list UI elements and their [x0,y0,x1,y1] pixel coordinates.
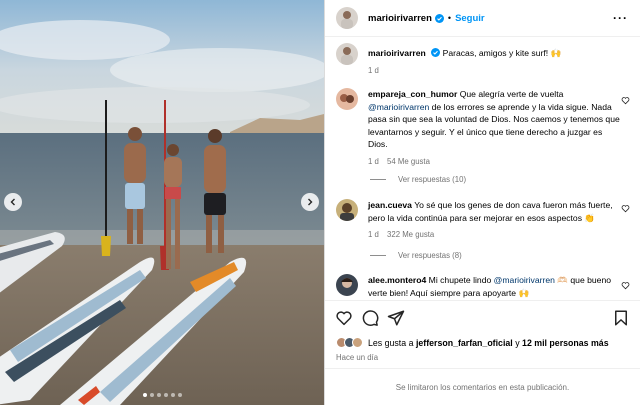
comment-time: 1 d [368,230,379,240]
liker-avatars [336,337,363,348]
commenter-avatar[interactable] [336,199,358,221]
view-replies[interactable]: Ver respuestas (10) [370,175,466,184]
comment-likes[interactable]: 322 Me gusta [387,230,434,239]
carousel-dot [156,393,161,397]
heart-icon[interactable] [621,204,630,213]
action-icons [335,309,630,327]
heart-icon[interactable] [621,96,630,105]
comment-username[interactable]: alee.montero4 [368,275,426,285]
view-replies[interactable]: Ver respuestas (8) [370,251,462,260]
comment-mention[interactable]: @marioirivarren [368,102,429,112]
carousel-dot [170,393,175,397]
comment-item: jean.cueva Yo sé que los genes de don ca… [336,199,630,242]
author-avatar[interactable] [336,43,358,65]
comment-text-block: empareja_con_humor Que alegría verte de … [368,88,620,169]
commenter-avatar[interactable] [336,274,358,296]
comment-meta: 1 d 322 Me gusta [368,229,620,242]
replies-divider [370,179,386,180]
heart-icon[interactable] [335,309,353,327]
carousel-dot [149,393,154,397]
post-timestamp: Hace un día [336,353,379,362]
verified-icon [434,13,444,23]
caption-text-block: marioirivarren Paracas, amigos y kite su… [368,47,620,77]
caption-username[interactable]: marioirivarren [368,48,426,58]
comments-list: marioirivarren Paracas, amigos y kite su… [325,37,640,300]
verified-icon [431,48,441,57]
post-header: marioirivarren • Seguir ··· [325,0,640,37]
comment-text-block: alee.montero4 Mi chupete lindo @marioiri… [368,274,620,299]
comment-text: Mi chupete lindo [428,275,492,285]
liker-avatar [352,337,363,348]
caption-time: 1 d [368,65,379,75]
follow-button[interactable]: Seguir [455,13,485,24]
heart-icon[interactable] [621,281,630,290]
caption-meta: 1 d [368,65,620,78]
comment-likes[interactable]: 54 Me gusta [387,157,430,166]
comment-text-block: jean.cueva Yo sé que los genes de don ca… [368,199,620,242]
comment-username[interactable]: empareja_con_humor [368,89,457,99]
likes-summary: Les gusta a jefferson_farfan_oficial y 1… [336,337,609,348]
comments-limited-notice: Se limitaron los comentarios en esta pub… [325,368,640,405]
previous-photo-button[interactable] [4,193,22,211]
post-actions: Les gusta a jefferson_farfan_oficial y 1… [325,300,640,362]
likes-user[interactable]: jefferson_farfan_oficial [416,338,513,348]
comment-text: Que alegría verte de vuelta [459,89,564,99]
chevron-right-icon [308,198,313,206]
save-icon[interactable] [612,309,630,327]
comment-meta: 1 d 54 Me gusta [368,156,620,169]
view-replies-label[interactable]: Ver respuestas (8) [398,251,462,260]
more-icon[interactable]: ··· [613,11,628,25]
view-replies-label[interactable]: Ver respuestas (10) [398,175,466,184]
chevron-left-icon [10,198,15,206]
post-details-pane: marioirivarren • Seguir ··· marioirivarr… [324,0,640,405]
comment-icon[interactable] [361,309,379,327]
likes-middle: y [515,337,520,348]
beach-photo [0,0,324,405]
carousel-indicator [0,393,324,397]
comment-mention[interactable]: @marioirivarren [494,275,555,285]
separator-dot: • [447,13,452,23]
post-photo [0,0,324,405]
comment-time: 1 d [368,156,379,166]
post-caption: marioirivarren Paracas, amigos y kite su… [336,43,630,77]
next-photo-button[interactable] [301,193,319,211]
replies-divider [370,255,386,256]
commenter-avatar[interactable] [336,88,358,110]
comment-item: empareja_con_humor Que alegría verte de … [336,88,630,169]
share-icon[interactable] [387,309,405,327]
likes-count[interactable]: 12 mil personas más [522,338,609,348]
post-modal: marioirivarren • Seguir ··· marioirivarr… [0,0,640,405]
likes-prefix: Les gusta a [368,337,414,348]
carousel-dot [142,393,147,397]
comment-username[interactable]: jean.cueva [368,200,412,210]
caption-text: Paracas, amigos y kite surf! 🙌 [442,48,562,58]
author-avatar[interactable] [336,7,358,29]
comment-item: alee.montero4 Mi chupete lindo @marioiri… [336,274,630,299]
author-username[interactable]: marioirivarren [368,13,432,24]
carousel-dot [177,393,182,397]
carousel-dot [163,393,168,397]
